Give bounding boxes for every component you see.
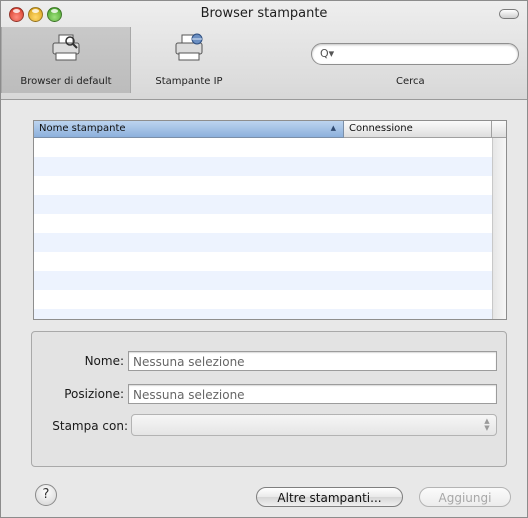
location-field[interactable]: Nessuna selezione [128, 384, 497, 404]
add-button[interactable]: Aggiungi [419, 487, 511, 507]
name-field[interactable]: Nessuna selezione [128, 351, 497, 371]
printer-magnifier-icon [52, 34, 80, 61]
column-header-printer-name[interactable]: Nome stampante ▲ [34, 121, 344, 138]
toolbar-label-default: Browser di default [20, 76, 112, 87]
print-using-popup[interactable]: ▲ ▼ [131, 414, 497, 436]
title-toolbar: Browser stampante Browser di default Sta… [1, 1, 527, 100]
search-label: Cerca [396, 76, 425, 87]
toolbar-toggle-button[interactable] [499, 9, 519, 19]
header-corner [492, 121, 506, 138]
column-label-printer-name: Nome stampante [39, 123, 126, 134]
help-button[interactable]: ? [35, 484, 57, 506]
search-icon: Q▾ [320, 47, 335, 60]
vertical-scrollbar[interactable] [492, 138, 506, 319]
popup-arrows-icon: ▲ ▼ [484, 417, 490, 432]
column-label-connection: Connessione [349, 123, 413, 134]
window-title: Browser stampante [200, 6, 328, 21]
network-printer-icon [175, 33, 203, 61]
printer-browser-window: Browser stampante Browser di default Sta… [0, 0, 528, 518]
printer-details-group: Nome: Nessuna selezione Posizione: Nessu… [31, 331, 507, 467]
table-header: Nome stampante ▲ Connessione [34, 121, 506, 138]
toolbar-default-browser[interactable]: Browser di default [1, 27, 131, 93]
sort-ascending-icon: ▲ [330, 124, 336, 132]
printer-list-table[interactable]: Nome stampante ▲ Connessione [33, 120, 507, 320]
more-printers-button[interactable]: Altre stampanti... [256, 487, 403, 507]
column-header-connection[interactable]: Connessione [344, 121, 492, 138]
print-using-label: Stampa con: [52, 419, 128, 433]
location-label: Posizione: [64, 387, 124, 401]
search-input[interactable]: Q▾ [311, 43, 519, 65]
toolbar-label-ip: Stampante IP [155, 76, 223, 87]
toolbar-ip-printer[interactable]: Stampante IP [139, 27, 239, 93]
table-rows[interactable] [34, 138, 492, 319]
name-label: Nome: [84, 354, 124, 368]
